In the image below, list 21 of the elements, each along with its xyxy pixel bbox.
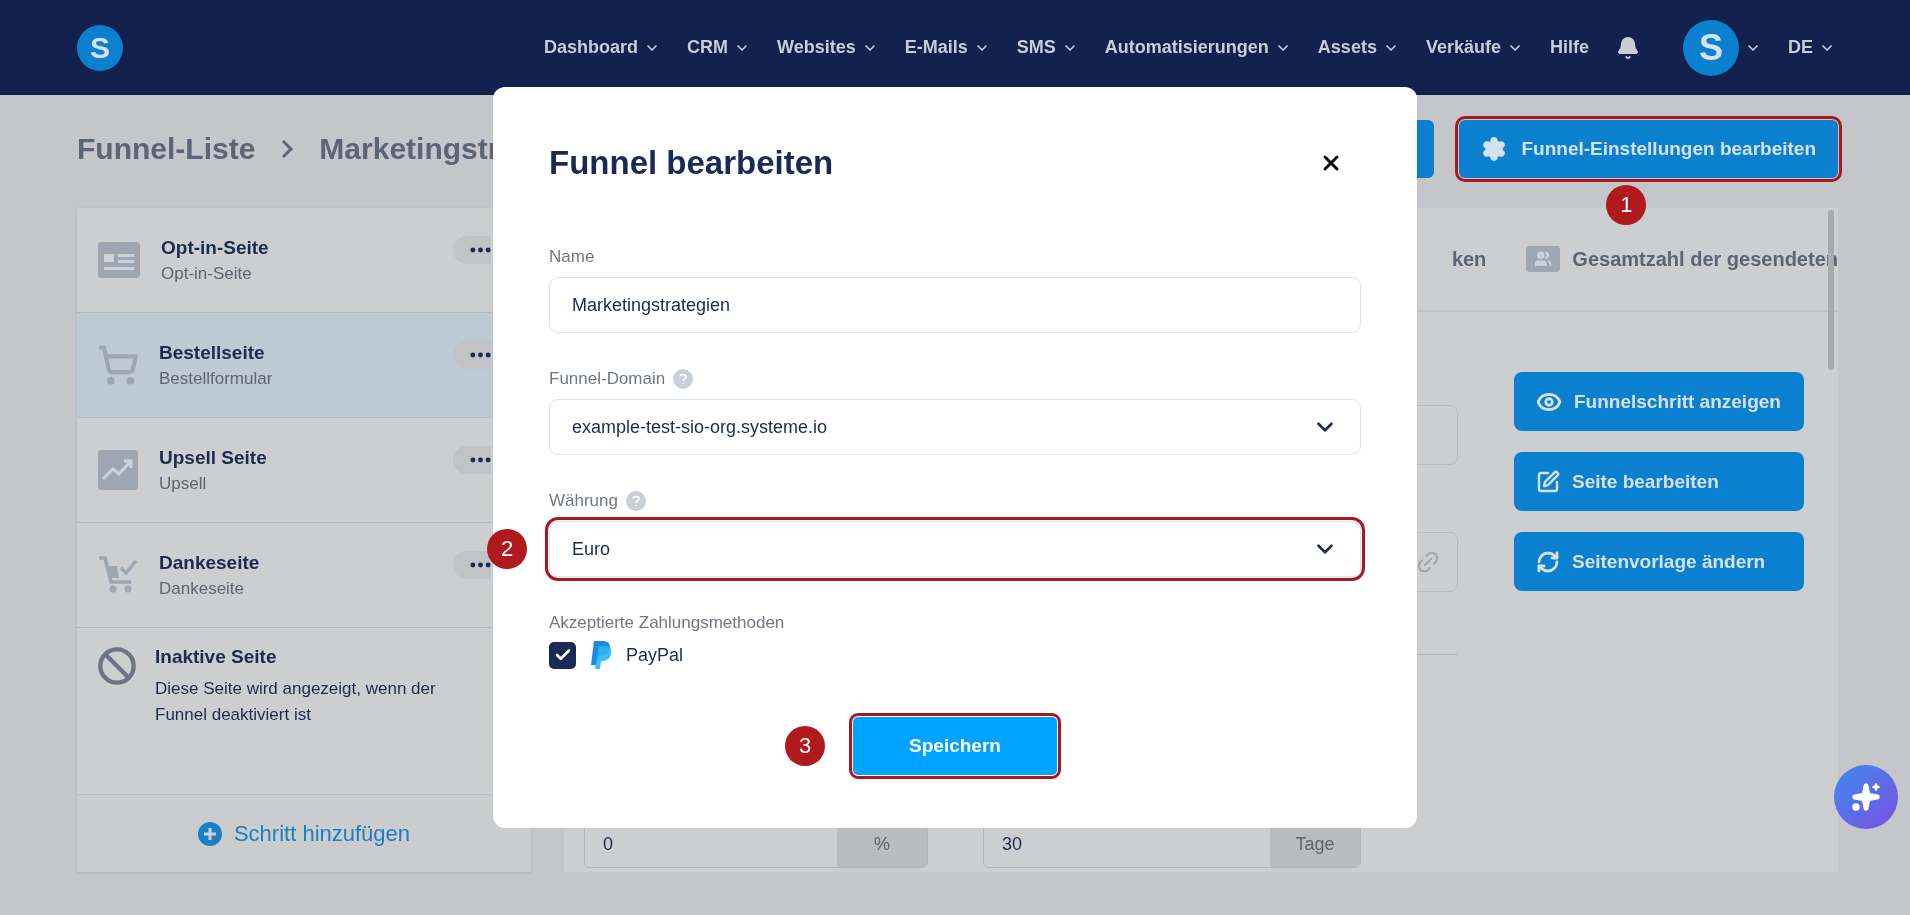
field-label: Akzeptierte Zahlungsmethoden xyxy=(549,613,786,633)
avatar: S xyxy=(1683,19,1739,76)
step-title: Inaktive Seite xyxy=(155,646,278,668)
step-description: Diese Seite wird angezeigt, wenn der Funnel deaktiviert ist xyxy=(155,678,437,726)
step-title: Opt-in-Seite xyxy=(161,236,270,259)
step-subtitle: Opt-in-Seite xyxy=(161,263,253,284)
breadcrumb-current: Marketingstr xyxy=(319,132,500,166)
dialog-title: Funnel bearbeiten xyxy=(549,144,834,182)
step-marker: 2 xyxy=(487,529,527,569)
step-marker: 1 xyxy=(1606,185,1647,225)
step-subtitle: Bestellformular xyxy=(159,368,274,389)
step-subtitle: Dankeseite xyxy=(159,578,246,599)
payment-method-label: PayPal xyxy=(626,644,684,666)
step-marker: 3 xyxy=(785,726,825,766)
step-title: Dankeseite xyxy=(159,551,261,574)
field-label: Name xyxy=(549,247,595,267)
step-subtitle: Upsell xyxy=(159,473,208,494)
field-label: Funnel-Domain xyxy=(549,369,666,389)
step-title: Upsell Seite xyxy=(159,446,268,469)
field-label: Währung xyxy=(549,491,618,511)
step-title: Bestellseite xyxy=(159,341,266,364)
